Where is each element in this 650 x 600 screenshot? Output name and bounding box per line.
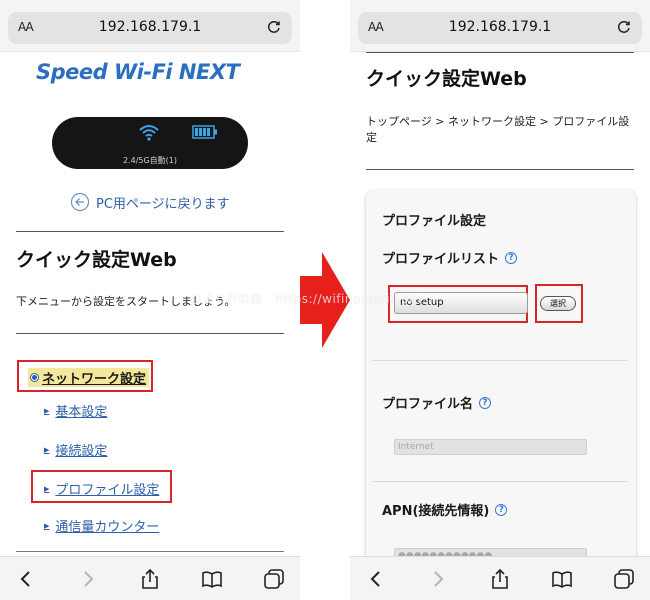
- profile-list-label: プロファイルリスト ?: [382, 248, 518, 267]
- back-circle-icon: [70, 192, 90, 212]
- pc-page-link-label: PC用ページに戻ります: [96, 196, 230, 212]
- menu-item-label: プロファイル設定: [55, 483, 160, 498]
- menu-item-data-counter[interactable]: ▶ 通信量カウンター: [44, 516, 159, 535]
- menu-item-label: 基本設定: [55, 405, 108, 420]
- divider: [372, 360, 627, 361]
- bullet-icon: ▶: [44, 521, 50, 530]
- share-icon[interactable]: [488, 567, 512, 591]
- profile-list-label-text: プロファイルリスト: [382, 252, 500, 267]
- apn-label-text: APN(接続先情報): [382, 504, 490, 519]
- profile-name-label: プロファイル名 ?: [382, 393, 492, 412]
- profile-name-label-text: プロファイル名: [382, 397, 474, 412]
- watermark: ひよりFiの森 https://wifinomori.com: [190, 292, 422, 306]
- address-bar[interactable]: AA 192.168.179.1: [8, 12, 292, 44]
- address-bar-area: AA 192.168.179.1: [0, 0, 300, 52]
- forward-icon[interactable]: [76, 567, 100, 591]
- pc-page-link[interactable]: PC用ページに戻ります: [70, 192, 230, 212]
- menu-item-connection-settings[interactable]: ▶ 接続設定: [44, 440, 107, 459]
- browser-toolbar: [350, 556, 650, 600]
- divider: [16, 333, 284, 334]
- bullet-icon: ▶: [44, 445, 50, 454]
- address-bar[interactable]: AA 192.168.179.1: [358, 12, 642, 44]
- profile-name-field[interactable]: Internet: [394, 439, 587, 455]
- menu-item-label: 接続設定: [55, 444, 108, 459]
- tabs-icon[interactable]: [612, 567, 636, 591]
- device-status-image: 2.4/5G自動(1): [52, 117, 248, 169]
- help-icon[interactable]: ?: [479, 396, 492, 409]
- divider: [372, 481, 627, 482]
- divider: [16, 551, 284, 552]
- reload-icon[interactable]: [266, 19, 282, 35]
- divider: [16, 231, 284, 232]
- wifi-icon: [139, 125, 159, 141]
- menu-item-basic-settings[interactable]: ▶ 基本設定: [44, 401, 107, 420]
- bookmarks-icon[interactable]: [200, 567, 224, 591]
- url-text[interactable]: 192.168.179.1: [358, 19, 642, 35]
- menu-item-profile-settings[interactable]: ▶ プロファイル設定: [44, 479, 159, 498]
- device-status-text: 2.4/5G自動(1): [122, 156, 178, 165]
- menu-item-network-settings-label: ネットワーク設定: [42, 372, 147, 387]
- bullet-icon: [31, 374, 38, 381]
- page-title: クイック設定Web: [366, 68, 527, 90]
- forward-icon[interactable]: [426, 567, 450, 591]
- apn-label: APN(接続先情報) ?: [382, 500, 508, 519]
- brand-logo: Speed Wi-Fi NEXT: [36, 60, 240, 84]
- menu-item-label: 通信量カウンター: [55, 520, 160, 535]
- breadcrumb[interactable]: トップページ > ネットワーク設定 > プロファイル設定: [366, 114, 636, 146]
- battery-icon: [192, 125, 217, 139]
- share-icon[interactable]: [138, 567, 162, 591]
- help-icon[interactable]: ?: [505, 251, 518, 264]
- back-icon[interactable]: [14, 567, 38, 591]
- divider: [366, 52, 634, 53]
- page-title: クイック設定Web: [16, 249, 177, 271]
- menu-item-network-settings[interactable]: ネットワーク設定: [28, 368, 150, 387]
- url-text[interactable]: 192.168.179.1: [8, 19, 292, 35]
- bullet-icon: ▶: [44, 484, 50, 493]
- browser-toolbar: [0, 556, 300, 600]
- bookmarks-icon[interactable]: [550, 567, 574, 591]
- divider: [366, 169, 634, 170]
- select-button[interactable]: 選択: [540, 296, 576, 311]
- address-bar-area: AA 192.168.179.1: [350, 0, 650, 52]
- tabs-icon[interactable]: [262, 567, 286, 591]
- section-title: プロファイル設定: [382, 214, 487, 229]
- bullet-icon: ▶: [44, 406, 50, 415]
- help-icon[interactable]: ?: [495, 503, 508, 516]
- reload-icon[interactable]: [616, 19, 632, 35]
- back-icon[interactable]: [364, 567, 388, 591]
